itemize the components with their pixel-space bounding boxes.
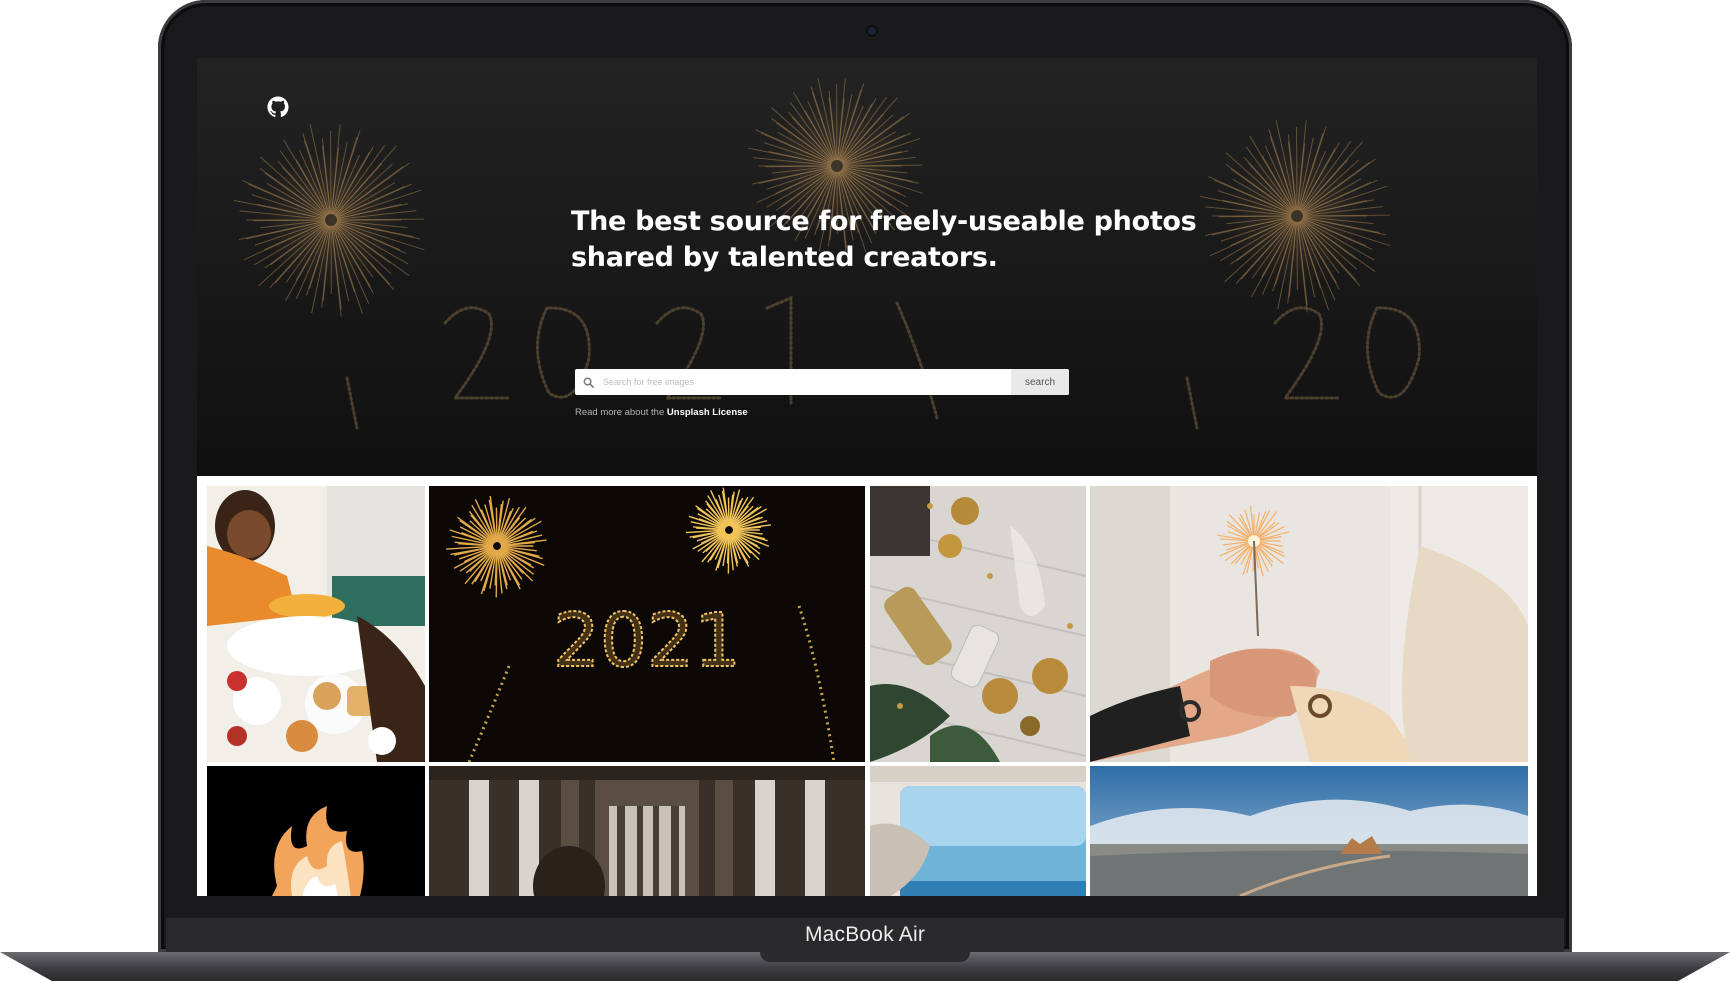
- laptop-base-notch: [760, 952, 970, 962]
- svg-text:2021: 2021: [553, 598, 741, 684]
- github-icon: [267, 96, 289, 118]
- license-note: Read more about the Unsplash License: [575, 407, 748, 418]
- license-prefix: Read more about the: [575, 407, 665, 418]
- browser-viewport: The best source for freely-useable photo…: [197, 58, 1537, 896]
- search-icon: [575, 369, 601, 395]
- hero-title: The best source for freely-useable photo…: [571, 204, 1271, 276]
- search-input[interactable]: [601, 370, 1011, 394]
- hero-section: The best source for freely-useable photo…: [197, 58, 1537, 476]
- search-button[interactable]: search: [1011, 369, 1069, 395]
- camera-icon: [866, 25, 878, 37]
- photo-gallery: 2021 2021: [197, 476, 1537, 896]
- license-link[interactable]: Unsplash License: [667, 407, 748, 418]
- photo-desert[interactable]: [1090, 766, 1528, 896]
- search-bar: search: [575, 369, 1069, 395]
- github-link[interactable]: [267, 96, 289, 118]
- photo-van-window[interactable]: [870, 766, 1086, 896]
- hero-title-line2: shared by talented creators.: [571, 242, 998, 273]
- photo-pier[interactable]: [429, 766, 865, 896]
- photo-2021-sparkler[interactable]: 2021 2021: [429, 486, 865, 762]
- hero-title-line1: The best source for freely-useable photo…: [571, 206, 1197, 237]
- hero-content: The best source for freely-useable photo…: [571, 204, 1271, 418]
- device-chin: MacBook Air: [166, 918, 1564, 952]
- photo-champagne[interactable]: [870, 486, 1086, 762]
- device-label: MacBook Air: [804, 923, 926, 946]
- photo-flames[interactable]: [207, 766, 425, 896]
- photo-breakfast[interactable]: [207, 486, 425, 762]
- photo-hands-sparkler[interactable]: [1090, 486, 1528, 762]
